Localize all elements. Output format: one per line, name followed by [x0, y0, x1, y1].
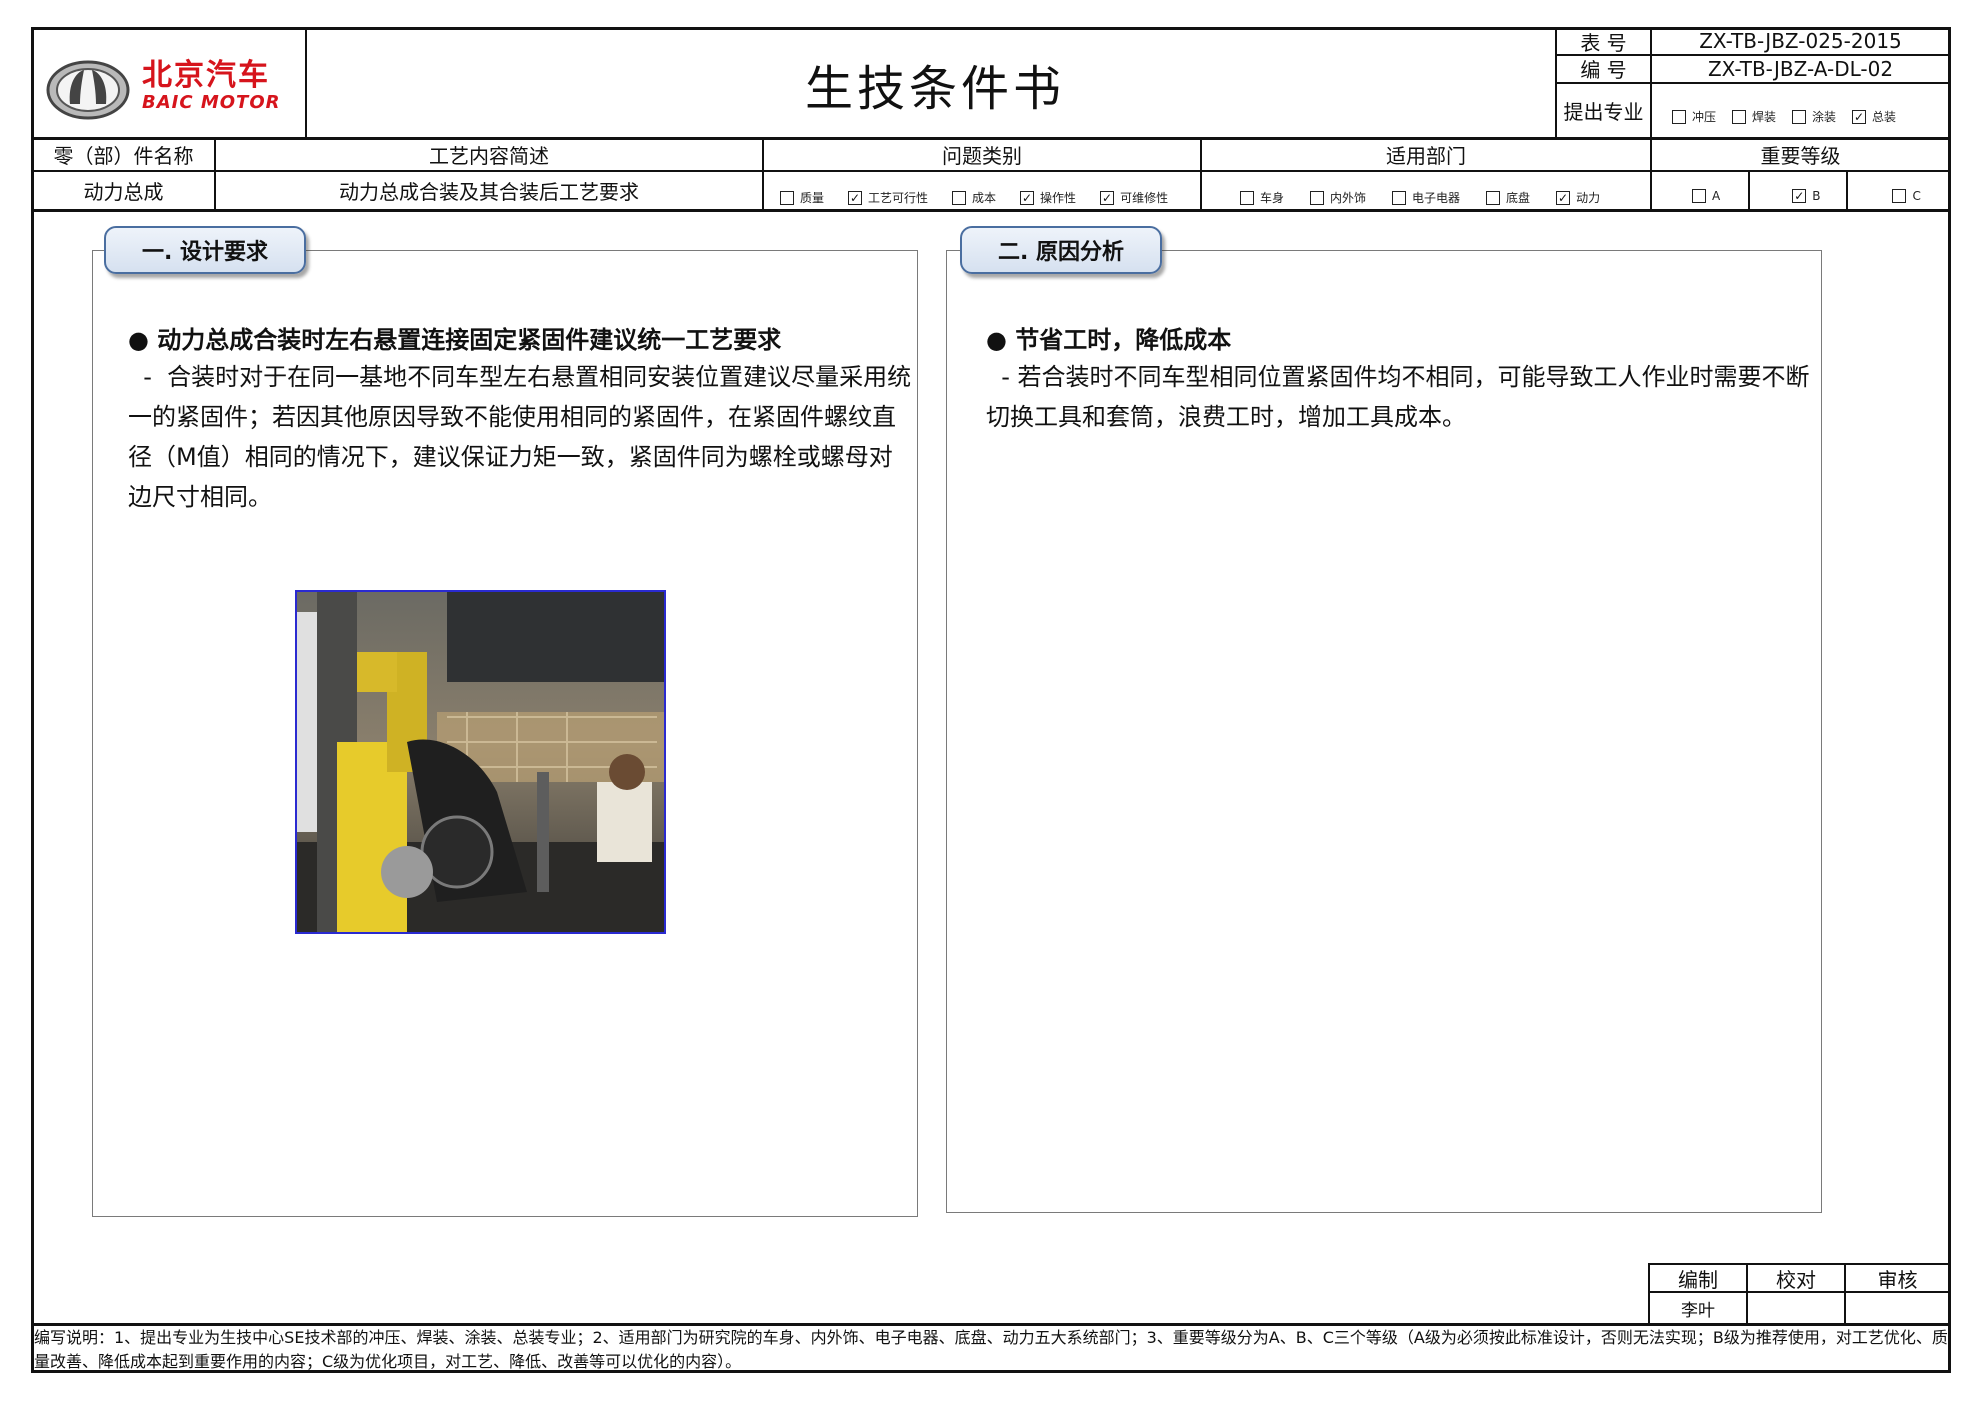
department-checkbox-label: 车身 — [1260, 191, 1285, 205]
level-checkbox-label: C — [1912, 189, 1921, 203]
department-checkbox[interactable] — [1486, 190, 1501, 205]
process-header: 工艺内容简述 — [429, 144, 549, 168]
analysis-bullet-title: ● 节省工时，降低成本 — [986, 326, 1232, 354]
issue-checkbox[interactable]: ✓ — [1020, 190, 1035, 205]
analysis-line: - 若合装时不同车型相同位置紧固件均不相同，可能导致工人作业时需要不断 — [986, 363, 1810, 391]
part-name-value: 动力总成 — [83, 180, 164, 204]
department-checkbox[interactable]: ✓ — [1556, 190, 1571, 205]
form-number-label: 表 号 — [1580, 30, 1627, 55]
issue-checkbox[interactable] — [780, 190, 794, 205]
analysis-line: 切换工具和套筒，浪费工时，增加工具成本。 — [986, 403, 1466, 431]
powertrain-assembly-image — [297, 592, 664, 932]
process-value: 动力总成合装及其合装后工艺要求 — [339, 180, 639, 204]
writing-instructions: 编写说明：1、提出专业为生技中心SE技术部的冲压、焊装、涂装、总装专业；2、适用… — [34, 1328, 1948, 1371]
specialty-checkbox[interactable] — [1792, 109, 1807, 124]
issue-checkbox-label: 工艺可行性 — [868, 191, 929, 205]
level-checkbox-group: A ✓ B C — [1692, 189, 1984, 203]
issue-checkbox-group: 质量 ✓ 工艺可行性 成本 ✓ 操作性 ✓ 可维修性 — [780, 189, 1192, 206]
brand-name-en: BAIC MOTOR — [142, 92, 281, 113]
doc-number-value: ZX-TB-JBZ-A-DL-02 — [1707, 56, 1894, 81]
design-line: 一的紧固件；若因其他原因导致不能使用相同的紧固件，在紧固件螺纹直 — [128, 403, 896, 431]
specialty-checkbox-label: 冲压 — [1692, 110, 1717, 124]
level-checkbox-label: A — [1712, 189, 1721, 203]
level-checkbox[interactable] — [1692, 189, 1706, 203]
design-line: 边尺寸相同。 — [128, 483, 272, 511]
specialty-checkbox[interactable]: ✓ — [1852, 109, 1867, 124]
specialty-checkbox-label: 涂装 — [1812, 110, 1837, 124]
doc-number-label: 编 号 — [1580, 58, 1627, 82]
design-line: 径（M值）相同的情况下，建议保证力矩一致，紧固件同为螺栓或螺母对 — [128, 443, 893, 471]
department-checkbox-label: 电子电器 — [1412, 191, 1461, 205]
checker-name — [1748, 1293, 1844, 1323]
reason-analysis-tab: 二. 原因分析 — [960, 226, 1162, 274]
brand-name-cn: 北京汽车 — [142, 58, 270, 93]
issue-checkbox-label: 可维修性 — [1120, 191, 1169, 205]
issue-checkbox[interactable]: ✓ — [848, 190, 863, 205]
analysis-body: - 若合装时不同车型相同位置紧固件均不相同，可能导致工人作业时需要不断 切换工具… — [986, 357, 1816, 437]
design-bullet-title: ● 动力总成合装时左右悬置连接固定紧固件建议统一工艺要求 — [128, 326, 782, 354]
importance-level-header: 重要等级 — [1760, 144, 1841, 168]
department-checkbox-group: 车身 内外饰 电子电器 底盘 ✓ 动力 — [1240, 189, 1626, 206]
part-name-header: 零（部）件名称 — [53, 144, 194, 168]
review-label: 审核 — [1877, 1267, 1918, 1292]
compile-label: 编制 — [1678, 1267, 1718, 1292]
department-checkbox-label: 动力 — [1576, 191, 1601, 205]
check-label: 校对 — [1776, 1267, 1816, 1292]
department-header: 适用部门 — [1386, 144, 1466, 168]
issue-checkbox-label: 成本 — [972, 191, 997, 205]
level-checkbox[interactable]: ✓ — [1792, 189, 1807, 203]
department-checkbox[interactable] — [1310, 190, 1325, 205]
design-line: - 合装时对于在同一基地不同车型左右悬置相同安装位置建议尽量采用统 — [128, 363, 912, 391]
design-body: - 合装时对于在同一基地不同车型左右悬置相同安装位置建议尽量采用统 一的紧固件；… — [128, 357, 918, 517]
specialty-checkbox[interactable] — [1672, 109, 1686, 124]
issue-category-header: 问题类别 — [942, 144, 1022, 168]
specialty-checkbox[interactable] — [1732, 109, 1747, 124]
document-title: 生技条件书 — [804, 61, 1065, 117]
design-requirement-tab: 一. 设计要求 — [104, 226, 306, 274]
info-bottom-rule — [31, 209, 1951, 212]
specialty-checkbox-label: 焊装 — [1752, 110, 1777, 124]
specialty-checkbox-label: 总装 — [1872, 110, 1897, 124]
assembly-line-photo — [295, 590, 666, 934]
department-checkbox-label: 内外饰 — [1330, 191, 1367, 205]
issue-checkbox[interactable]: ✓ — [1100, 190, 1115, 205]
specialty-checkbox-group: 冲压 焊装 涂装 ✓ 总装 — [1672, 108, 1912, 125]
specialty-label: 提出专业 — [1563, 100, 1644, 124]
level-checkbox[interactable] — [1892, 189, 1907, 203]
issue-checkbox-label: 质量 — [800, 191, 825, 205]
issue-checkbox-label: 操作性 — [1040, 191, 1077, 205]
department-checkbox[interactable] — [1392, 190, 1407, 205]
header-divider-logo — [305, 27, 307, 139]
department-checkbox[interactable] — [1240, 190, 1254, 205]
reviewer-name — [1846, 1293, 1949, 1323]
brand-logo: 北京汽车 BAIC MOTOR — [40, 40, 300, 140]
department-checkbox-label: 底盘 — [1506, 191, 1531, 205]
compiler-name: 李叶 — [1681, 1300, 1715, 1321]
issue-checkbox[interactable] — [952, 190, 967, 205]
level-checkbox-label: B — [1812, 189, 1821, 203]
form-number-value: ZX-TB-JBZ-025-2015 — [1699, 29, 1902, 53]
